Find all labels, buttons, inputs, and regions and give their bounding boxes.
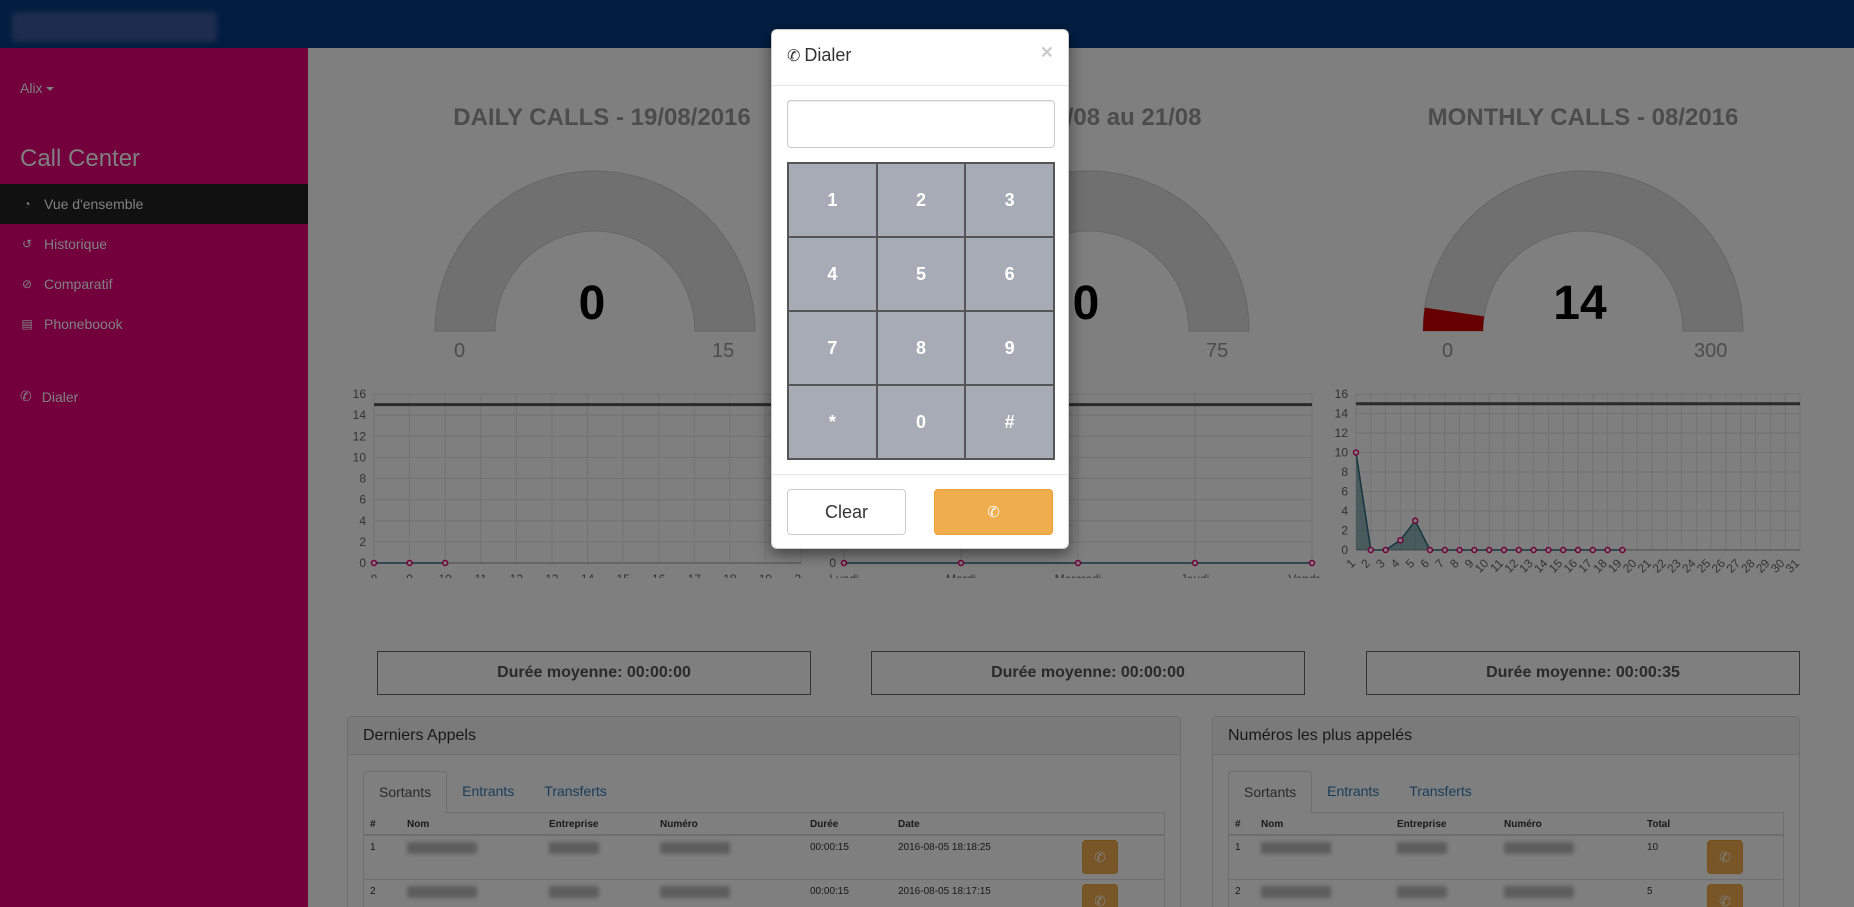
keypad: 1 2 3 4 5 6 7 8 9 * 0 # [787, 162, 1055, 460]
phone-icon: ✆ [987, 504, 1000, 521]
call-button[interactable]: ✆ [934, 489, 1053, 535]
clear-button[interactable]: Clear [787, 489, 906, 535]
close-icon[interactable]: × [1041, 42, 1053, 63]
key-star[interactable]: * [788, 385, 877, 459]
modal-header: ✆ Dialer × [772, 30, 1068, 86]
phone-icon: ✆ [787, 47, 801, 65]
phone-number-input[interactable] [787, 100, 1055, 148]
modal-footer: Clear ✆ [772, 475, 1068, 549]
key-hash[interactable]: # [965, 385, 1054, 459]
key-2[interactable]: 2 [876, 163, 966, 237]
modal-title: ✆ Dialer [787, 45, 1053, 66]
key-0[interactable]: 0 [876, 385, 966, 459]
key-5[interactable]: 5 [876, 237, 966, 311]
key-9[interactable]: 9 [965, 311, 1054, 385]
key-1[interactable]: 1 [788, 163, 877, 237]
key-7[interactable]: 7 [788, 311, 877, 385]
modal-body: 1 2 3 4 5 6 7 8 9 * 0 # [772, 86, 1068, 475]
dialer-modal: ✆ Dialer × 1 2 3 4 5 6 7 8 9 * 0 # Clear… [771, 29, 1069, 549]
modal-title-text: Dialer [804, 45, 852, 65]
key-6[interactable]: 6 [965, 237, 1054, 311]
key-4[interactable]: 4 [788, 237, 877, 311]
key-3[interactable]: 3 [965, 163, 1054, 237]
key-8[interactable]: 8 [876, 311, 966, 385]
